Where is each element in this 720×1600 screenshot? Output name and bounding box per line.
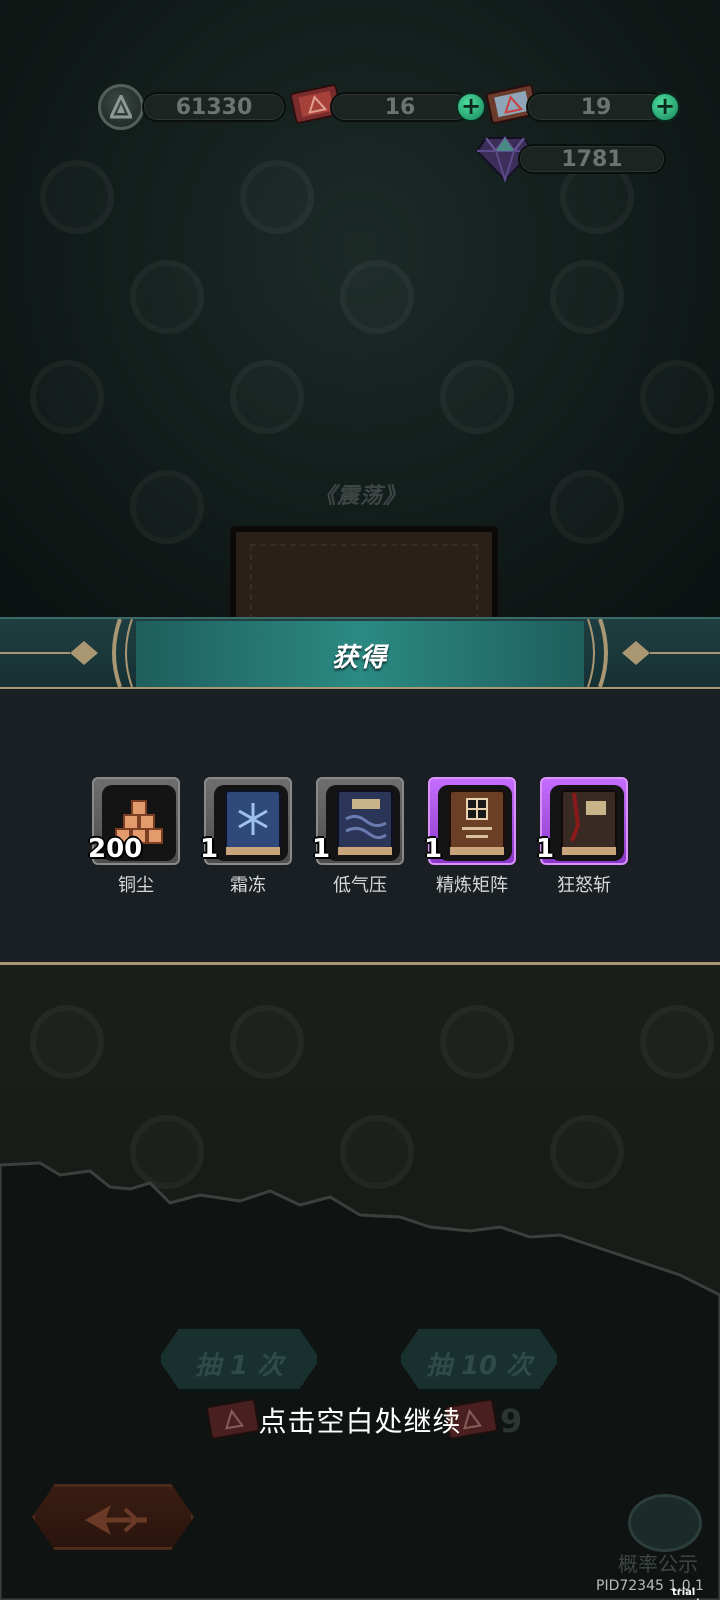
preview-item-title: 《震荡》 xyxy=(313,484,406,509)
reward-name: 精炼矩阵 xyxy=(436,875,508,896)
low-pressure-book-icon xyxy=(337,790,393,855)
tap-to-continue-hint[interactable]: 点击空白处继续 xyxy=(0,1400,720,1440)
reward-icon-bg xyxy=(214,785,288,861)
draw-ten-button[interactable]: 抽 10 次 xyxy=(398,1326,560,1392)
obtained-title: 获得 xyxy=(331,643,388,673)
preview-item-book-icon xyxy=(230,526,498,620)
watermark-emblem xyxy=(640,360,714,434)
refine-matrix-book-icon xyxy=(449,790,505,855)
coin-balance: 61330 xyxy=(142,92,286,122)
probability-scroll-icon[interactable] xyxy=(628,1494,702,1552)
add-red-ticket-button[interactable]: + xyxy=(456,92,486,122)
reward-count: 1 xyxy=(312,834,331,864)
gem-balance: 1781 xyxy=(518,144,666,174)
watermark-emblem xyxy=(340,260,414,334)
watermark-emblem xyxy=(40,160,114,234)
back-button[interactable] xyxy=(32,1484,194,1550)
red-ticket-amount: 16 xyxy=(384,95,416,120)
reward-icon-bg xyxy=(438,785,512,861)
add-blue-ticket-button[interactable]: + xyxy=(650,92,680,122)
reward-count: 1 xyxy=(536,834,555,864)
red-ticket-balance: 16 xyxy=(330,92,470,122)
reward-name: 霜冻 xyxy=(230,875,266,896)
reward-icon-bg xyxy=(326,785,400,861)
watermark-emblem xyxy=(240,160,314,234)
reward-icon-bg xyxy=(550,785,624,861)
gem-amount: 1781 xyxy=(561,147,623,172)
reward-name: 狂怒斩 xyxy=(557,875,611,896)
draw-once-label: 抽 1 次 xyxy=(194,1351,284,1381)
reward-name: 低气压 xyxy=(333,875,387,896)
reward-count: 1 xyxy=(424,834,443,864)
reward-count: 1 xyxy=(200,834,219,864)
blue-ticket-amount: 19 xyxy=(580,95,612,120)
probability-label[interactable]: 概率公示 xyxy=(618,1548,698,1577)
frost-book-icon xyxy=(225,790,281,855)
rage-slash-book-icon xyxy=(561,790,617,855)
coin-icon xyxy=(98,84,144,130)
reward-name: 铜尘 xyxy=(118,875,154,896)
watermark-emblem xyxy=(130,260,204,334)
watermark-emblem xyxy=(230,360,304,434)
draw-once-button[interactable]: 抽 1 次 xyxy=(158,1326,320,1392)
blue-ticket-balance: 19 xyxy=(526,92,666,122)
watermark-emblem xyxy=(440,360,514,434)
draw-ten-label: 抽 10 次 xyxy=(425,1351,533,1381)
watermark-emblem xyxy=(550,260,624,334)
coin-amount: 61330 xyxy=(175,95,253,120)
back-arrow-icon xyxy=(85,1505,147,1535)
reward-count: 200 xyxy=(88,834,143,864)
trial-version-label: trial version xyxy=(672,1587,714,1600)
obtained-banner: 获得 xyxy=(0,617,720,689)
watermark-emblem xyxy=(30,360,104,434)
